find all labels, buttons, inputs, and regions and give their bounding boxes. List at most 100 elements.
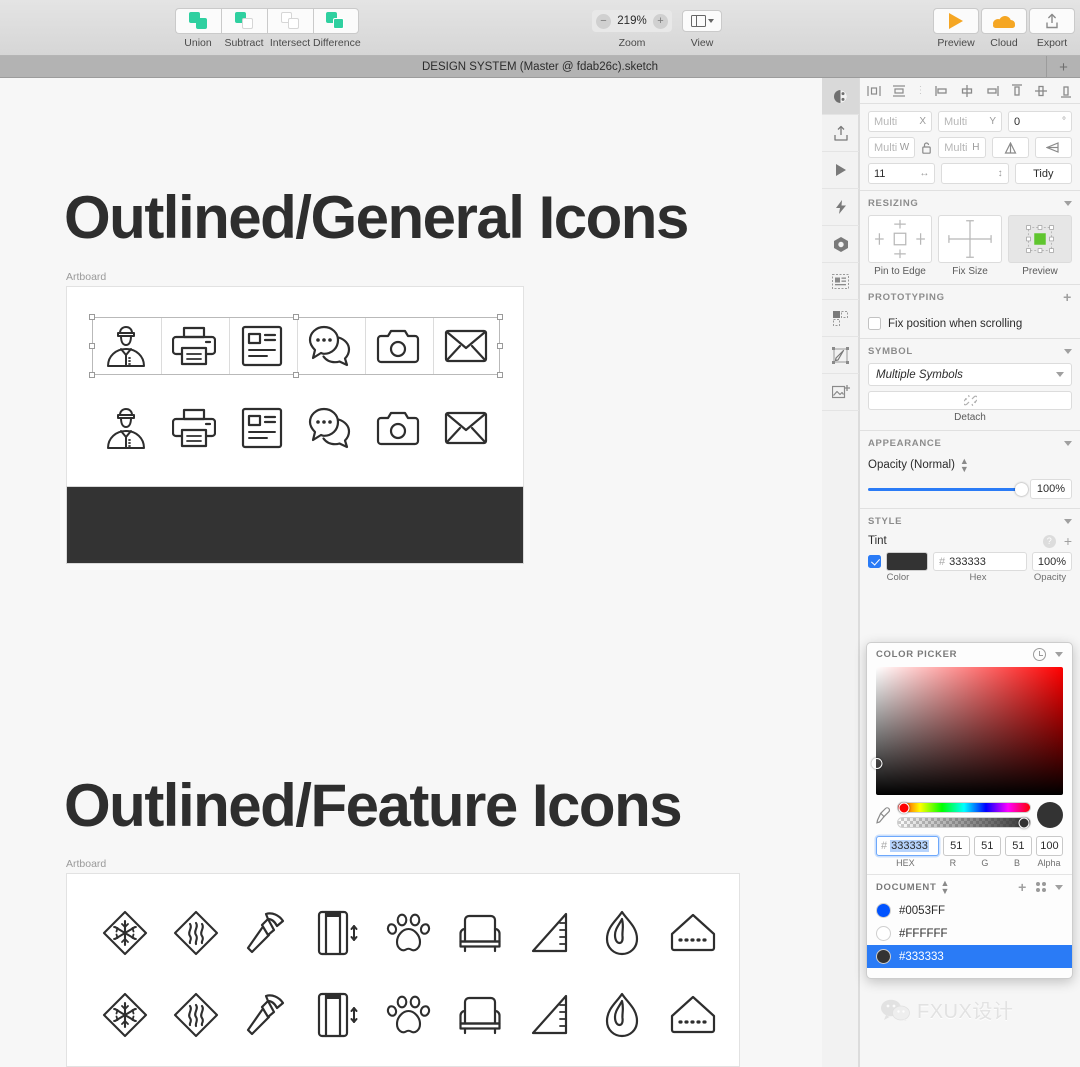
clock-icon[interactable] — [1033, 647, 1046, 661]
difference-button[interactable] — [313, 8, 359, 34]
icon-cell-ruler-triangle[interactable] — [515, 904, 586, 962]
icon-cell-door-height[interactable] — [302, 904, 373, 962]
swatch-row-selected[interactable]: #333333 — [867, 945, 1072, 968]
feature-icon-row-1[interactable] — [89, 904, 728, 962]
blend-mode-stepper[interactable]: ▲ ▼ — [960, 456, 969, 473]
chevron-down-icon[interactable] — [1064, 348, 1072, 354]
align-vertical-middle-icon[interactable] — [1033, 83, 1049, 99]
rail-selection-button[interactable] — [822, 300, 859, 337]
align-vertical-top-icon[interactable] — [1009, 83, 1025, 99]
rail-insert-image-button[interactable] — [822, 374, 859, 411]
rail-component-button[interactable] — [822, 226, 859, 263]
add-prototype-button[interactable]: + — [1063, 290, 1072, 304]
alpha-slider-knob[interactable] — [1018, 817, 1030, 828]
opacity-slider[interactable] — [868, 482, 1028, 496]
tidy-button[interactable]: Tidy — [1014, 163, 1072, 184]
chevron-down-icon[interactable] — [1064, 518, 1072, 524]
icon-cell-id-card[interactable] — [228, 317, 296, 375]
flip-vertical-button[interactable] — [1034, 137, 1072, 158]
chevron-down-icon[interactable] — [1064, 440, 1072, 446]
zoom-control[interactable]: − 219% + — [592, 10, 672, 32]
icon-cell-hammer[interactable] — [231, 904, 302, 962]
y-field[interactable]: Multi Y — [938, 111, 1002, 132]
tint-opacity-field[interactable]: 100% — [1032, 552, 1072, 572]
fix-position-checkbox[interactable] — [868, 317, 881, 330]
hex-input[interactable]: # 333333 — [876, 836, 939, 856]
align-horizontal-center-icon[interactable] — [959, 83, 975, 99]
icon-cell-camera-2[interactable] — [364, 399, 432, 457]
opacity-slider-knob[interactable] — [1015, 482, 1028, 496]
align-horizontal-left-icon[interactable] — [934, 83, 950, 99]
icon-cell-camera[interactable] — [364, 317, 432, 375]
cloud-button[interactable] — [981, 8, 1027, 34]
opacity-label-row[interactable]: Opacity (Normal) ▲ ▼ — [868, 456, 1072, 473]
artboard-feature-icons[interactable] — [66, 873, 740, 1067]
distribute-vertical-icon[interactable] — [891, 83, 907, 99]
g-input[interactable]: 51 — [973, 836, 1001, 856]
icon-cell-paw-print-2[interactable] — [373, 986, 444, 1044]
width-field[interactable]: Multi W — [868, 137, 916, 158]
b-input[interactable]: 51 — [1004, 836, 1032, 856]
icon-cell-heat-waves[interactable] — [160, 904, 231, 962]
artboard-general-icons[interactable] — [66, 286, 524, 494]
icon-cell-hammer-2[interactable] — [231, 986, 302, 1044]
more-icon[interactable]: ⋮ — [916, 85, 926, 96]
icon-cell-ruler-triangle-2[interactable] — [515, 986, 586, 1044]
resizing-section-header[interactable]: RESIZING — [860, 191, 1080, 215]
alpha-input[interactable]: 100 — [1035, 836, 1063, 856]
tint-color-swatch[interactable] — [886, 552, 928, 572]
symbol-section-header[interactable]: SYMBOL — [860, 339, 1080, 363]
rail-export-button[interactable] — [822, 115, 859, 152]
icon-cell-id-card-2[interactable] — [228, 399, 296, 457]
icon-cell-police-officer-2[interactable] — [92, 399, 160, 457]
design-canvas[interactable]: Outlined/General Icons Artboard Outlined… — [0, 78, 822, 1067]
height-field[interactable]: Multi H — [938, 137, 986, 158]
swatch-row[interactable]: #0053FF — [867, 899, 1072, 922]
r-input[interactable]: 51 — [942, 836, 970, 856]
tint-hex-field[interactable]: # 333333 — [933, 552, 1027, 572]
alpha-slider[interactable] — [897, 817, 1031, 828]
union-button[interactable] — [175, 8, 221, 34]
icon-cell-printer[interactable] — [160, 317, 228, 375]
rotation-field[interactable]: 0 ° — [1008, 111, 1072, 132]
icon-cell-police-officer[interactable] — [92, 317, 160, 375]
radius-field[interactable]: 11 ↔ — [868, 163, 936, 184]
icon-cell-snowflake[interactable] — [89, 904, 160, 962]
add-tint-button[interactable]: + — [1064, 534, 1072, 548]
hue-slider-knob[interactable] — [898, 802, 910, 813]
chevron-down-icon[interactable] — [1055, 651, 1063, 657]
add-swatch-button[interactable]: + — [1018, 880, 1027, 894]
icon-cell-chat-bubbles[interactable] — [296, 317, 364, 375]
export-button[interactable] — [1029, 8, 1075, 34]
rail-layout-button[interactable] — [822, 263, 859, 300]
rail-prototype-button[interactable] — [822, 152, 859, 189]
intersect-button[interactable] — [267, 8, 313, 34]
rail-flash-button[interactable] — [822, 189, 859, 226]
palette-scope-stepper[interactable]: ▲ ▼ — [941, 878, 951, 895]
preview-card[interactable] — [1008, 215, 1072, 263]
spacing-field[interactable]: ↕ — [941, 163, 1009, 184]
opacity-value-field[interactable]: 100% — [1030, 479, 1072, 500]
zoom-out-button[interactable]: − — [596, 13, 611, 29]
sv-cursor[interactable] — [871, 758, 883, 769]
icon-cell-armchair[interactable] — [444, 904, 515, 962]
subtract-button[interactable] — [221, 8, 267, 34]
x-field[interactable]: Multi X — [868, 111, 932, 132]
icon-row-selected[interactable] — [92, 317, 500, 375]
flip-horizontal-button[interactable] — [991, 137, 1029, 158]
zoom-in-button[interactable]: + — [652, 13, 668, 29]
dark-band-artboard[interactable] — [66, 486, 524, 564]
icon-cell-envelope-2[interactable] — [432, 399, 500, 457]
new-tab-button[interactable]: + — [1046, 56, 1080, 78]
rail-inspector-button[interactable] — [822, 78, 859, 115]
align-horizontal-right-icon[interactable] — [984, 83, 1000, 99]
lock-proportions-button[interactable] — [921, 141, 932, 154]
color-picker-popup[interactable]: COLOR PICKER # 333333 51 51 51 100 HEX R… — [866, 642, 1073, 979]
icon-row-second[interactable] — [92, 399, 500, 457]
icon-cell-house-vent-2[interactable] — [657, 986, 728, 1044]
grid-view-icon[interactable] — [1036, 882, 1046, 892]
symbol-select[interactable]: Multiple Symbols — [868, 363, 1072, 386]
icon-cell-flame[interactable] — [586, 904, 657, 962]
icon-cell-snowflake-2[interactable] — [89, 986, 160, 1044]
icon-cell-printer-2[interactable] — [160, 399, 228, 457]
